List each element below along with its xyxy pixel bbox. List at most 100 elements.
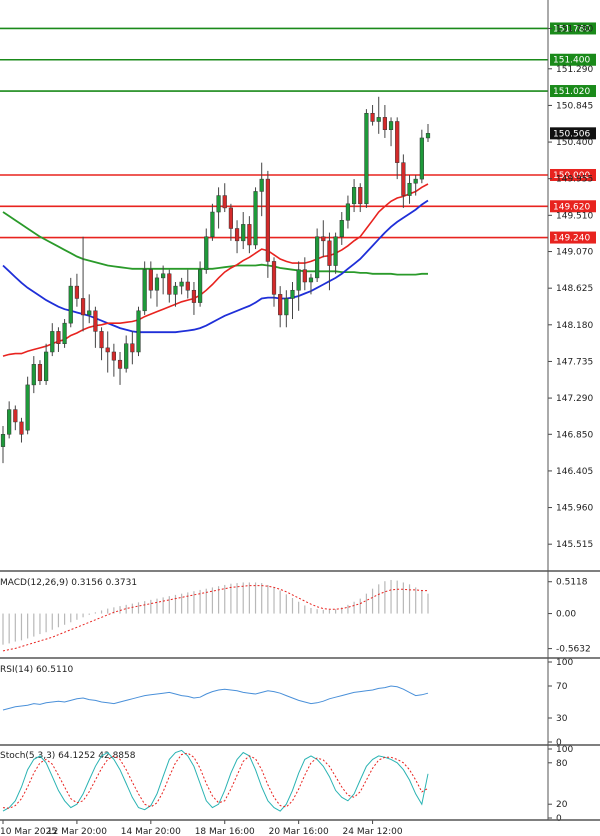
candle-body [62,322,67,344]
candle-body [370,113,375,122]
time-tick-label: 14 Mar 20:00 [121,827,181,836]
price-tick-label: 147.290 [556,394,593,404]
macd-label: MACD(12,26,9) 0.3156 0.3731 [0,578,137,588]
candle-body [247,224,252,246]
candle-body [388,121,394,130]
candle-body [173,285,178,295]
price-tick-label: 149.070 [556,248,593,258]
candle [364,109,369,208]
candle-body [234,228,240,242]
stoch-tick-label: 100 [556,745,573,755]
candle-body [179,281,184,287]
candle-body [419,137,424,180]
candle-body [395,121,400,163]
candle-body [105,347,110,353]
candle-body [413,178,418,184]
candle-body [99,331,104,349]
candle [142,261,147,315]
candle [419,129,424,184]
candle-body [50,331,55,353]
candle [25,376,30,435]
candle-body [382,117,387,130]
candle-body [44,351,49,382]
candle-body [321,236,326,242]
current-price-label: 150.506 [553,129,590,139]
candle-body [31,364,36,386]
candle-body [425,133,431,139]
candle-body [198,269,203,303]
candle-body [130,343,135,353]
price-tick-label: 147.735 [556,357,593,367]
candle-body [228,207,233,229]
candle-body [167,273,172,295]
candle-body [271,261,277,295]
candle-body [327,240,332,266]
stoch-tick-label: 20 [556,800,568,810]
candle-body [136,310,141,353]
rsi-label: RSI(14) 60.5110 [0,665,73,675]
candle-body [296,269,301,291]
candle-body [308,277,314,283]
candle [136,306,141,357]
candle-body [37,364,43,382]
price-tick-label: 149.510 [556,211,593,221]
price-tick-label: 150.845 [556,101,593,111]
macd-tick-label: 0.5118 [556,578,588,588]
candle-body [241,224,246,242]
candle-body [191,289,197,303]
candle [315,228,320,283]
candle-body [0,434,6,447]
time-tick-label: 24 Mar 12:00 [343,827,403,836]
time-tick-label: 20 Mar 16:00 [269,827,329,836]
candle-body [315,236,320,279]
candle-body [93,310,98,332]
stoch-tick-label: 80 [556,759,568,769]
candle-body [148,269,153,291]
candle-body [333,236,338,266]
candle-body [284,298,289,316]
candle-body [80,298,86,316]
time-tick-label: 18 Mar 16:00 [195,827,255,836]
candle-body [204,236,209,270]
chart-canvas: 151.780151.400151.020150.000149.620149.2… [0,0,600,836]
candle-body [222,195,227,209]
macd-tick-label: 0.00 [556,610,576,620]
candle-body [7,409,12,435]
candle-body [339,220,344,237]
candle-body [185,281,190,291]
price-tick-label: 151.780 [556,24,593,34]
candle-body [278,294,283,316]
price-tick-label: 148.180 [556,321,593,331]
candle [62,319,67,348]
candle-body [142,269,147,312]
candle-body [259,178,264,192]
price-tick-label: 148.625 [556,284,593,294]
candle-body [154,277,160,291]
candle-body [358,187,363,205]
rsi-tick-label: 70 [556,682,568,692]
macd-tick-label: -0.5632 [556,645,591,655]
candle-body [364,113,369,205]
rsi-tick-label: 100 [556,658,573,668]
candle-body [117,359,123,369]
candle-body [161,273,166,279]
price-tick-label: 150.400 [556,138,593,148]
price-tick-label: 145.960 [556,504,593,514]
candle-body [124,343,129,369]
stoch-label: Stoch(5,3,3) 64.1252 42.8858 [0,751,136,761]
price-tick-label: 149.955 [556,175,593,185]
candle-body [210,211,215,237]
candle-body [56,331,61,344]
level-label: 151.020 [553,87,590,97]
candle-body [407,182,412,196]
candle-body [25,384,30,431]
candle-body [74,285,80,299]
price-axis: 151.780 151.290 150.845 150.400 149.955 149.5… [548,24,596,550]
rsi-tick-label: 30 [556,714,568,724]
candle-body [302,269,307,283]
price-tick-label: 146.850 [556,430,593,440]
candle-body [19,421,24,435]
candle-body [111,351,116,361]
candle-body [345,203,351,221]
stoch-tick-label: 0 [556,814,562,824]
